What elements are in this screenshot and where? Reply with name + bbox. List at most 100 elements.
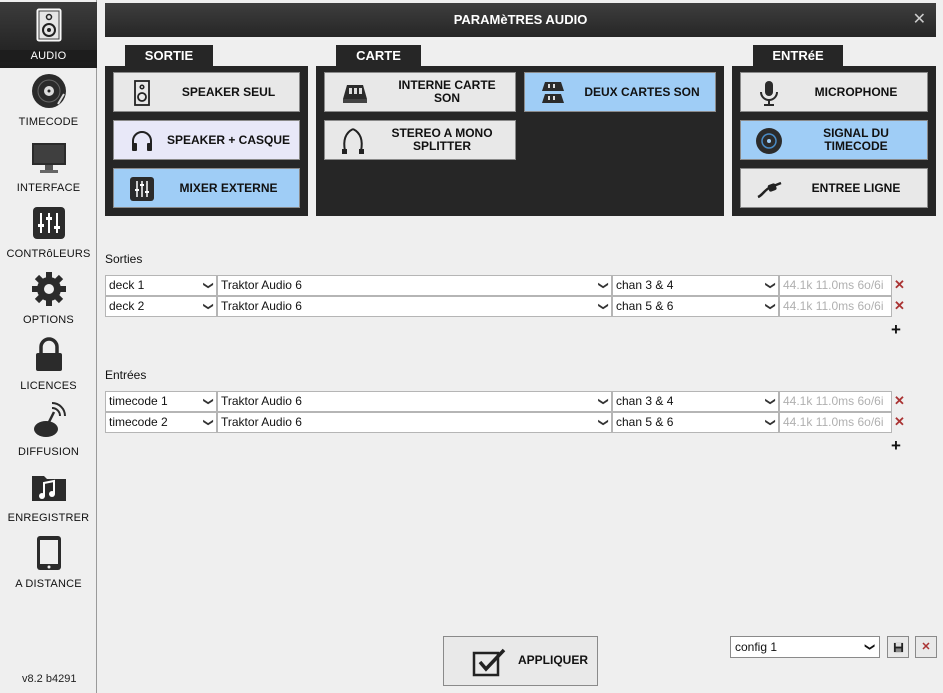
deux-cartes-son-button[interactable]: DEUX CARTES SON bbox=[524, 72, 716, 112]
option-label: MICROPHONE bbox=[814, 84, 898, 99]
chevron-down-icon: ❯ bbox=[202, 397, 214, 406]
channel-select[interactable]: chan 5 & 6 ❯ bbox=[612, 412, 779, 433]
sidebar-item-label: A DISTANCE bbox=[15, 578, 82, 590]
delete-row-icon[interactable]: ✕ bbox=[894, 277, 905, 293]
option-label: SPEAKER + CASQUE bbox=[166, 132, 291, 147]
deck-select-value: deck 1 bbox=[109, 278, 145, 292]
music-folder-icon bbox=[32, 476, 66, 501]
channel-select[interactable]: chan 3 & 4 ❯ bbox=[612, 275, 779, 296]
option-label: INTERNE CARTE SON bbox=[398, 78, 496, 105]
line-cable-icon bbox=[757, 181, 782, 199]
entree-ligne-button[interactable]: ENTREE LIGNE bbox=[740, 168, 928, 208]
sidebar-item-label: ENREGISTRER bbox=[7, 512, 90, 524]
speaker-icon bbox=[36, 8, 62, 42]
vinyl-icon bbox=[32, 74, 66, 108]
chevron-down-icon: ❯ bbox=[764, 397, 776, 406]
microphone-button[interactable]: MICROPHONE bbox=[740, 72, 928, 112]
channel-select-value: chan 5 & 6 bbox=[616, 415, 674, 429]
device-info: 44.1k 11.0ms 6o/6i bbox=[779, 391, 892, 412]
speaker-seul-button[interactable]: SPEAKER SEUL bbox=[113, 72, 300, 112]
sidebar: AUDIO TIMECODE INTERFACE CONTRôLEURS OPT… bbox=[0, 0, 97, 693]
option-label: STEREO A MONO SPLITTER bbox=[391, 126, 493, 153]
delete-row-icon[interactable]: ✕ bbox=[894, 298, 905, 314]
save-config-button[interactable] bbox=[887, 636, 909, 658]
device-select-value: Traktor Audio 6 bbox=[221, 278, 302, 292]
sidebar-item-diffusion[interactable]: DIFFUSION bbox=[0, 398, 97, 464]
interne-carte-son-button[interactable]: INTERNE CARTE SON bbox=[324, 72, 516, 112]
apply-button[interactable]: APPLIQUER bbox=[443, 636, 598, 686]
apply-label: APPLIQUER bbox=[518, 653, 589, 667]
channel-select[interactable]: chan 3 & 4 ❯ bbox=[612, 391, 779, 412]
monitor-icon bbox=[32, 143, 66, 173]
chevron-down-icon: ❯ bbox=[597, 302, 609, 311]
deck-select[interactable]: deck 2 ❯ bbox=[105, 296, 217, 317]
checkbox-check-icon bbox=[472, 648, 506, 677]
mixer-icon bbox=[130, 177, 154, 201]
channel-select-value: chan 3 & 4 bbox=[616, 278, 674, 292]
broadcast-icon bbox=[34, 402, 66, 437]
sidebar-item-timecode[interactable]: TIMECODE bbox=[0, 68, 97, 134]
sidebar-item-audio[interactable]: AUDIO bbox=[0, 2, 97, 68]
signal-timecode-button[interactable]: SIGNAL DU TIMECODE bbox=[740, 120, 928, 160]
sidebar-item-enregistrer[interactable]: ENREGISTRER bbox=[0, 464, 97, 530]
delete-config-button[interactable]: ✕ bbox=[915, 636, 937, 658]
channel-select-value: chan 3 & 4 bbox=[616, 394, 674, 408]
sidebar-item-label: INTERFACE bbox=[16, 182, 81, 194]
sidebar-item-options[interactable]: OPTIONS bbox=[0, 266, 97, 332]
mixer-externe-button[interactable]: MIXER EXTERNE bbox=[113, 168, 300, 208]
close-icon[interactable]: ✕ bbox=[913, 3, 926, 37]
stereo-mono-splitter-button[interactable]: STEREO A MONO SPLITTER bbox=[324, 120, 516, 160]
soundcard-icon bbox=[343, 85, 367, 103]
splitter-cable-icon bbox=[342, 128, 364, 154]
lock-icon bbox=[36, 337, 62, 371]
device-select[interactable]: Traktor Audio 6 ❯ bbox=[217, 391, 612, 412]
add-input-button[interactable]: + bbox=[891, 436, 901, 456]
chevron-down-icon: ❯ bbox=[597, 397, 609, 406]
deck-select[interactable]: timecode 2 ❯ bbox=[105, 412, 217, 433]
sidebar-item-label: CONTRôLEURS bbox=[6, 248, 91, 260]
speaker-casque-button[interactable]: SPEAKER + CASQUE bbox=[113, 120, 300, 160]
device-select[interactable]: Traktor Audio 6 ❯ bbox=[217, 296, 612, 317]
option-label: MIXER EXTERNE bbox=[179, 180, 278, 195]
deck-select-value: timecode 1 bbox=[109, 394, 168, 408]
sidebar-item-controleurs[interactable]: CONTRôLEURS bbox=[0, 200, 97, 266]
sidebar-item-a-distance[interactable]: A DISTANCE bbox=[0, 530, 97, 596]
device-info: 44.1k 11.0ms 6o/6i bbox=[779, 275, 892, 296]
two-soundcards-icon bbox=[542, 82, 564, 103]
sidebar-item-label: AUDIO bbox=[0, 50, 97, 62]
chevron-down-icon: ❯ bbox=[863, 642, 875, 652]
sidebar-item-licences[interactable]: LICENCES bbox=[0, 332, 97, 398]
sidebar-item-label: OPTIONS bbox=[23, 314, 74, 326]
chevron-down-icon: ❯ bbox=[764, 281, 776, 290]
device-select[interactable]: Traktor Audio 6 ❯ bbox=[217, 275, 612, 296]
version-label: v8.2 b4291 bbox=[22, 673, 77, 685]
inputs-title: Entrées bbox=[105, 368, 147, 382]
chevron-down-icon: ❯ bbox=[764, 418, 776, 427]
tab-sortie: SORTIE bbox=[125, 45, 213, 67]
chevron-down-icon: ❯ bbox=[597, 418, 609, 427]
headphones-icon bbox=[132, 131, 152, 151]
tab-carte: CARTE bbox=[336, 45, 421, 67]
outputs-title: Sorties bbox=[105, 252, 143, 266]
device-select-value: Traktor Audio 6 bbox=[221, 415, 302, 429]
config-select[interactable]: config 1 ❯ bbox=[730, 636, 880, 658]
add-output-button[interactable]: + bbox=[891, 320, 901, 340]
tab-entree: ENTRéE bbox=[753, 45, 843, 67]
microphone-icon bbox=[760, 81, 778, 106]
deck-select-value: timecode 2 bbox=[109, 415, 168, 429]
delete-row-icon[interactable]: ✕ bbox=[894, 393, 905, 409]
device-select[interactable]: Traktor Audio 6 ❯ bbox=[217, 412, 612, 433]
chevron-down-icon: ❯ bbox=[764, 302, 776, 311]
delete-row-icon[interactable]: ✕ bbox=[894, 414, 905, 430]
channel-select[interactable]: chan 5 & 6 ❯ bbox=[612, 296, 779, 317]
deck-select[interactable]: timecode 1 ❯ bbox=[105, 391, 217, 412]
chevron-down-icon: ❯ bbox=[202, 302, 214, 311]
deck-select[interactable]: deck 1 ❯ bbox=[105, 275, 217, 296]
device-info: 44.1k 11.0ms 6o/6i bbox=[779, 296, 892, 317]
sidebar-item-interface[interactable]: INTERFACE bbox=[0, 134, 97, 200]
timecode-disc-icon bbox=[756, 128, 782, 154]
device-info: 44.1k 11.0ms 6o/6i bbox=[779, 412, 892, 433]
delete-icon: ✕ bbox=[921, 641, 931, 653]
save-icon bbox=[893, 642, 903, 653]
sidebar-item-label: LICENCES bbox=[20, 380, 77, 392]
